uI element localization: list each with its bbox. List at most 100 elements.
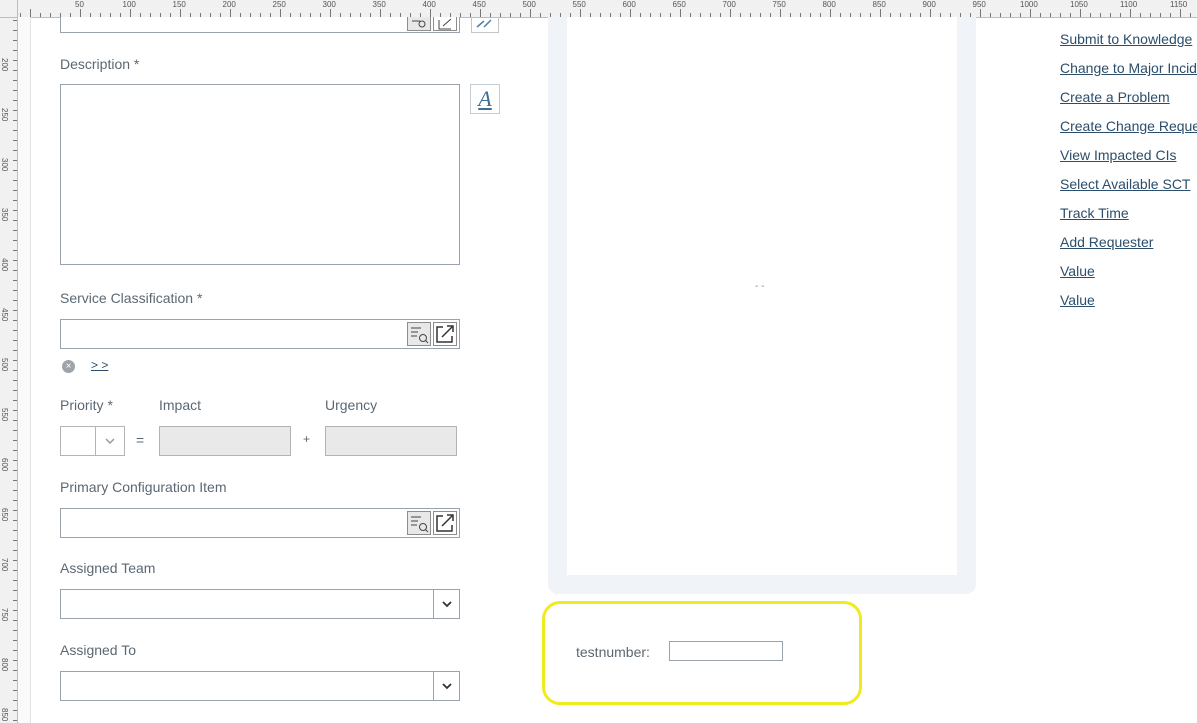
chevron-down-icon[interactable]: [433, 590, 459, 618]
ruler-label: 700: [0, 558, 9, 572]
chevron-down-icon[interactable]: [433, 672, 459, 700]
ruler-tick: [13, 600, 17, 601]
ruler-tick: [460, 13, 461, 17]
ruler-tick: [1020, 13, 1021, 17]
action-link[interactable]: Add Requester: [1060, 234, 1153, 250]
action-link[interactable]: Value: [1060, 292, 1095, 308]
ruler-tick: [13, 660, 17, 661]
action-link[interactable]: Select Available SCT: [1060, 176, 1190, 192]
top-partial-field[interactable]: [60, 17, 460, 33]
related-icon[interactable]: [471, 17, 499, 33]
ruler-tick: [13, 630, 17, 631]
ruler-tick: [13, 70, 17, 71]
ruler-tick: [1120, 13, 1121, 17]
ruler-label: 600: [0, 458, 9, 472]
vertical-ruler: 200 250 300 350 400 450 500 550 600 650 700 750 800 8…: [0, 0, 18, 723]
ruler-tick: [13, 530, 17, 531]
ruler-label: 350: [0, 208, 9, 222]
testnumber-input[interactable]: [669, 641, 783, 661]
action-link[interactable]: Create Change Reques: [1060, 118, 1197, 134]
ruler-tick: [13, 330, 17, 331]
open-external-icon[interactable]: [433, 511, 457, 535]
ruler-tick: [13, 380, 17, 381]
open-external-icon[interactable]: [433, 17, 457, 31]
search-list-icon[interactable]: [407, 322, 431, 346]
ruler-label: 400: [0, 258, 9, 272]
description-textarea[interactable]: [60, 84, 460, 265]
ruler-tick: [780, 9, 781, 17]
search-list-icon[interactable]: [407, 17, 431, 31]
ruler-label: 800: [0, 658, 9, 672]
ruler-label: 650: [0, 508, 9, 522]
ruler-tick: [530, 9, 531, 17]
ruler-tick: [1000, 13, 1001, 17]
ruler-tick: [13, 500, 17, 501]
action-link[interactable]: Change to Major Incid: [1060, 60, 1197, 76]
format-text-button[interactable]: A: [470, 84, 500, 114]
ruler-tick: [13, 240, 17, 241]
ruler-tick: [1070, 13, 1071, 17]
ruler-tick: [480, 9, 481, 17]
panel-placeholder-text: - -: [755, 281, 765, 292]
ruler-tick: [13, 430, 17, 431]
ruler-tick: [13, 580, 17, 581]
ruler-label: 750: [772, 0, 786, 9]
action-link[interactable]: Value: [1060, 263, 1095, 279]
ruler-tick: [1040, 13, 1041, 17]
ruler-tick: [13, 130, 17, 131]
ruler-label: 900: [922, 0, 936, 9]
ruler-tick: [13, 610, 17, 611]
ruler-tick: [130, 9, 131, 17]
ruler-tick: [13, 190, 17, 191]
ruler-tick: [13, 560, 17, 561]
ruler-tick: [930, 9, 931, 17]
ruler-tick: [1100, 13, 1101, 17]
ruler-tick: [13, 270, 17, 271]
assigned-team-select[interactable]: [60, 589, 460, 619]
open-external-icon[interactable]: [433, 322, 457, 346]
assigned-to-select[interactable]: [60, 671, 460, 701]
service-classification-input[interactable]: [60, 319, 460, 349]
ruler-tick: [13, 420, 17, 421]
expand-link[interactable]: > >: [91, 358, 108, 372]
priority-label: Priority *: [60, 397, 113, 413]
ruler-tick: [13, 390, 17, 391]
ruler-label: 950: [972, 0, 986, 9]
action-link[interactable]: View Impacted CIs: [1060, 147, 1176, 163]
action-link[interactable]: Submit to Knowledge: [1060, 31, 1192, 47]
ruler-label: 550: [572, 0, 586, 9]
ruler-tick: [13, 520, 17, 521]
urgency-label: Urgency: [325, 397, 378, 413]
ruler-tick: [630, 9, 631, 17]
ruler-tick: [30, 9, 31, 17]
ruler-label: 350: [372, 0, 386, 9]
action-link[interactable]: Track Time: [1060, 205, 1129, 221]
ruler-label: 1100: [1120, 0, 1138, 9]
testnumber-highlight-box: testnumber:: [542, 601, 862, 705]
ruler-label: 250: [272, 0, 286, 9]
ruler-tick: [13, 510, 17, 511]
search-list-icon[interactable]: [407, 511, 431, 535]
ruler-label: 550: [0, 408, 9, 422]
testnumber-label: testnumber:: [576, 644, 650, 660]
ruler-label: 850: [0, 708, 9, 722]
horizontal-ruler: 50 100 150 200 250 300 350 400 450 500 550 600 650 70…: [0, 0, 1197, 18]
ruler-tick: [13, 260, 17, 261]
ruler-tick: [13, 220, 17, 221]
ruler-tick: [13, 120, 17, 121]
action-link[interactable]: Create a Problem: [1060, 89, 1170, 105]
ruler-tick: [1180, 9, 1181, 17]
ruler-tick: [1080, 9, 1081, 17]
priority-select[interactable]: [60, 426, 125, 456]
ruler-label: 450: [0, 308, 9, 322]
ruler-label: 650: [672, 0, 686, 9]
ruler-tick: [13, 480, 17, 481]
ruler-tick: [13, 60, 17, 61]
primary-ci-input[interactable]: [60, 508, 460, 538]
ruler-label: 1050: [1070, 0, 1088, 9]
ruler-label: 400: [422, 0, 436, 9]
ruler-tick: [510, 13, 511, 17]
ruler-tick: [13, 210, 17, 211]
ruler-tick: [1090, 13, 1091, 17]
clear-icon[interactable]: ×: [62, 360, 75, 373]
